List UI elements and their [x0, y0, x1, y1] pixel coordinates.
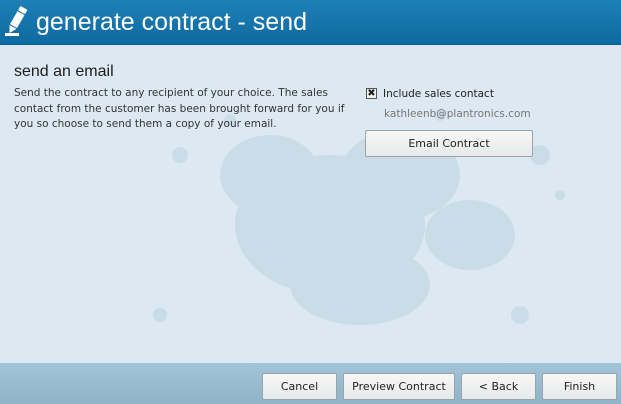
email-contract-button[interactable]: Email Contract [365, 130, 533, 157]
section-title: send an email [14, 63, 114, 80]
preview-contract-button[interactable]: Preview Contract [343, 373, 455, 400]
include-sales-contact-checkbox[interactable]: ✖ [366, 88, 377, 99]
pencil-icon [5, 6, 28, 36]
page-title: generate contract - send [36, 8, 307, 36]
title-bar: generate contract - send [0, 0, 621, 45]
sales-contact-email: kathleenb@plantronics.com [384, 108, 531, 120]
cancel-button[interactable]: Cancel [262, 373, 337, 400]
finish-button[interactable]: Finish [542, 373, 617, 400]
include-sales-contact-label[interactable]: Include sales contact [383, 88, 494, 100]
back-button[interactable]: < Back [461, 373, 536, 400]
section-description: Send the contract to any recipient of yo… [14, 87, 345, 130]
